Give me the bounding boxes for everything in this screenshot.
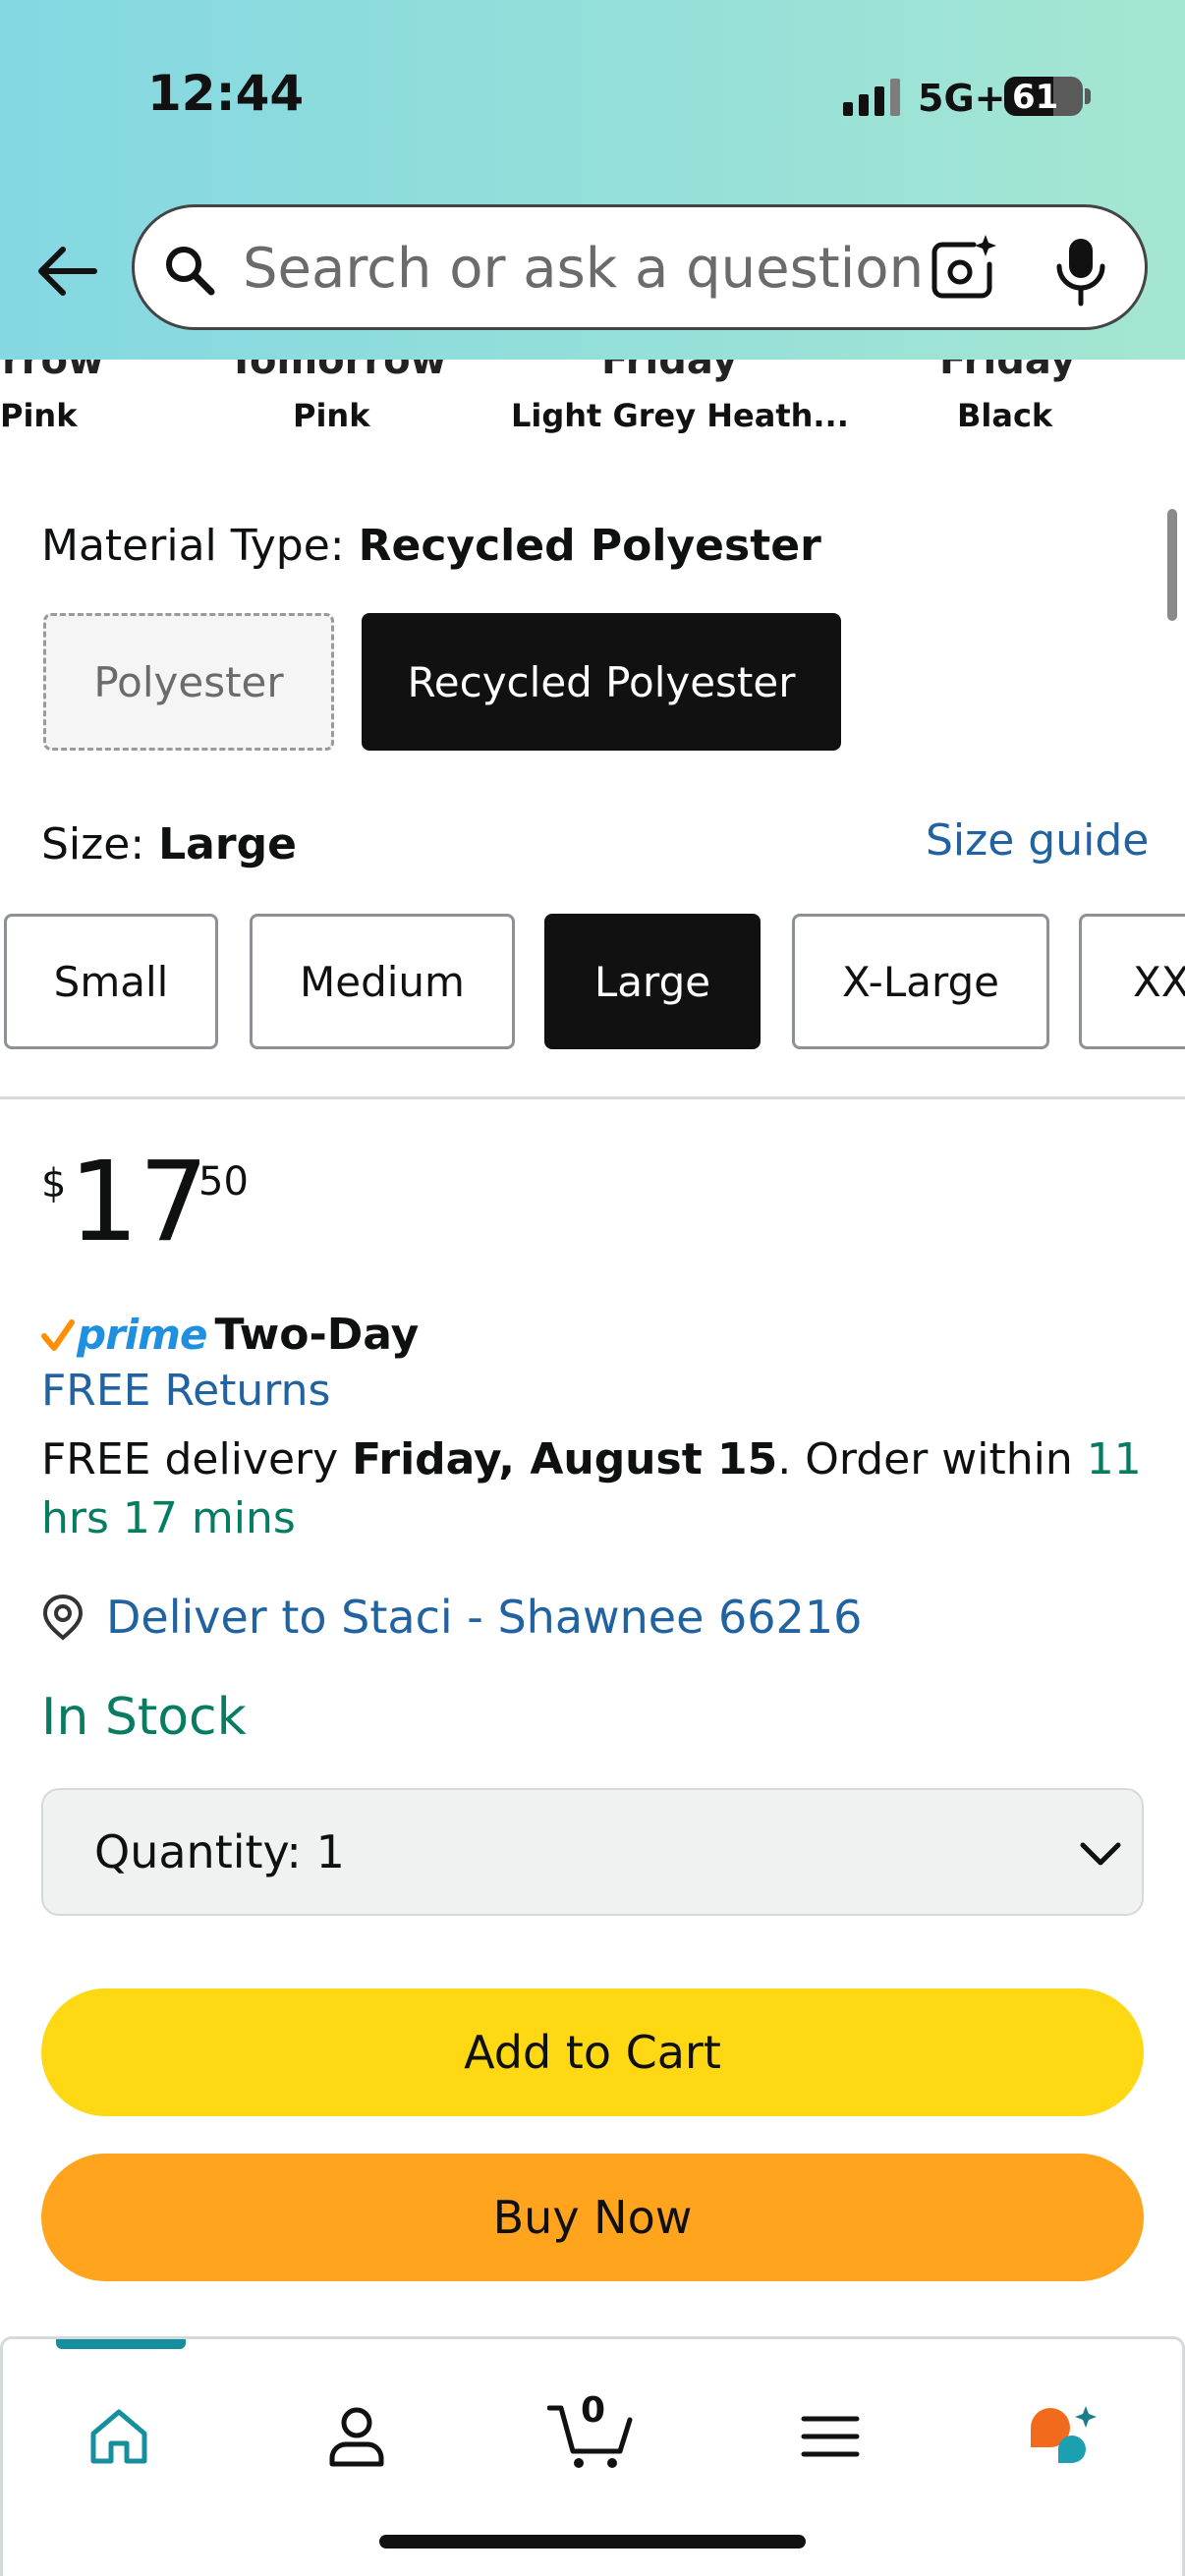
deliver-to-link[interactable]: Deliver to Staci - Shawnee 66216 <box>41 1588 862 1647</box>
search-icon <box>166 247 215 296</box>
network-label: 5G+ <box>918 77 1006 120</box>
add-to-cart-button[interactable]: Add to Cart <box>41 1988 1144 2116</box>
microphone-icon[interactable] <box>1050 235 1111 308</box>
swatch-delivery-label: Friday <box>601 360 738 383</box>
delivery-prefix: FREE delivery <box>41 1434 353 1484</box>
cart-count-badge: 0 <box>581 2390 606 2431</box>
free-returns-link[interactable]: FREE Returns <box>41 1366 330 1416</box>
swatch-delivery-label: Tomorrow <box>228 360 447 383</box>
back-arrow-icon <box>38 247 97 296</box>
active-tab-indicator <box>56 2339 186 2349</box>
material-type-label: Material Type: Recycled Polyester <box>41 521 821 571</box>
color-swatch-row[interactable]: rrow Pink Tomorrow Pink Friday Light Gre… <box>0 360 1185 448</box>
back-button[interactable] <box>29 234 104 308</box>
user-icon <box>329 2407 384 2467</box>
delivery-date: Friday, August 15 <box>352 1434 778 1484</box>
nav-rufus-assistant[interactable] <box>1015 2382 1113 2491</box>
material-option-polyester[interactable]: Polyester <box>43 613 334 751</box>
prime-check-icon <box>41 1319 75 1351</box>
chevron-down-icon <box>1080 1842 1121 1866</box>
location-pin-icon <box>42 1594 84 1641</box>
quantity-label: Quantity: 1 <box>94 1825 345 1878</box>
material-option-recycled-polyester[interactable]: Recycled Polyester <box>362 613 841 751</box>
prime-badge: prime Two-Day <box>41 1307 419 1362</box>
quantity-caption: Quantity: <box>94 1825 302 1878</box>
buy-now-button[interactable]: Buy Now <box>41 2154 1144 2281</box>
quantity-dropdown[interactable]: Quantity: 1 <box>41 1788 1144 1916</box>
swatch-delivery-label: rrow <box>2 360 104 383</box>
size-value: Large <box>158 819 297 869</box>
camera-lens-icon[interactable] <box>927 231 999 304</box>
delivery-message: FREE delivery Friday, August 15. Order w… <box>41 1430 1142 1548</box>
prime-logo-text: prime <box>77 1310 207 1359</box>
size-option-x-large[interactable]: X-Large <box>792 914 1049 1049</box>
home-indicator[interactable] <box>379 2535 806 2548</box>
swatch-color-name[interactable]: Light Grey Heath... <box>511 397 849 434</box>
material-type-caption: Material Type: <box>41 521 359 571</box>
swatch-delivery-label: Friday <box>939 360 1076 383</box>
size-option-small[interactable]: Small <box>4 914 218 1049</box>
nav-home[interactable] <box>70 2382 168 2491</box>
quantity-value: 1 <box>315 1825 345 1878</box>
prime-speed: Two-Day <box>214 1309 420 1360</box>
scrollbar[interactable] <box>1167 509 1177 621</box>
order-within-text: . Order within <box>777 1434 1087 1484</box>
size-label: Size: Large <box>41 819 297 869</box>
menu-icon <box>801 2416 860 2457</box>
swatch-color-name[interactable]: Pink <box>0 397 77 434</box>
status-time: 12:44 <box>147 65 305 122</box>
search-bar[interactable] <box>132 204 1148 330</box>
top-header: 12:44 5G+ 61 <box>0 0 1185 360</box>
deliver-to-text[interactable]: Deliver to Staci - Shawnee 66216 <box>106 1591 862 1644</box>
swatch-color-name[interactable]: Black <box>957 397 1052 434</box>
size-option-large[interactable]: Large <box>544 914 761 1049</box>
material-type-value: Recycled Polyester <box>358 521 821 571</box>
size-option-xx-large[interactable]: XX <box>1079 914 1185 1049</box>
swatch-color-name[interactable]: Pink <box>293 397 369 434</box>
size-options-row: Small Medium Large X-Large XX <box>0 912 1185 1051</box>
size-option-medium[interactable]: Medium <box>250 914 515 1049</box>
home-icon <box>90 2409 147 2464</box>
nav-cart[interactable]: 0 <box>541 2382 640 2491</box>
section-divider <box>0 1096 1185 1099</box>
signal-icon <box>843 79 902 116</box>
battery-tip <box>1085 88 1091 104</box>
price-currency: $ <box>41 1161 67 1206</box>
price-fraction: 50 <box>198 1159 249 1204</box>
battery-level: 61 <box>1012 78 1059 117</box>
battery-icon: 61 <box>1004 77 1083 117</box>
size-guide-link[interactable]: Size guide <box>926 815 1149 866</box>
price-whole: 17 <box>69 1139 209 1266</box>
ai-assistant-icon <box>1031 2406 1097 2463</box>
nav-account[interactable] <box>308 2382 406 2491</box>
nav-menu[interactable] <box>781 2382 879 2491</box>
search-input[interactable] <box>243 231 931 306</box>
size-caption: Size: <box>41 819 159 869</box>
stock-status: In Stock <box>41 1688 247 1747</box>
